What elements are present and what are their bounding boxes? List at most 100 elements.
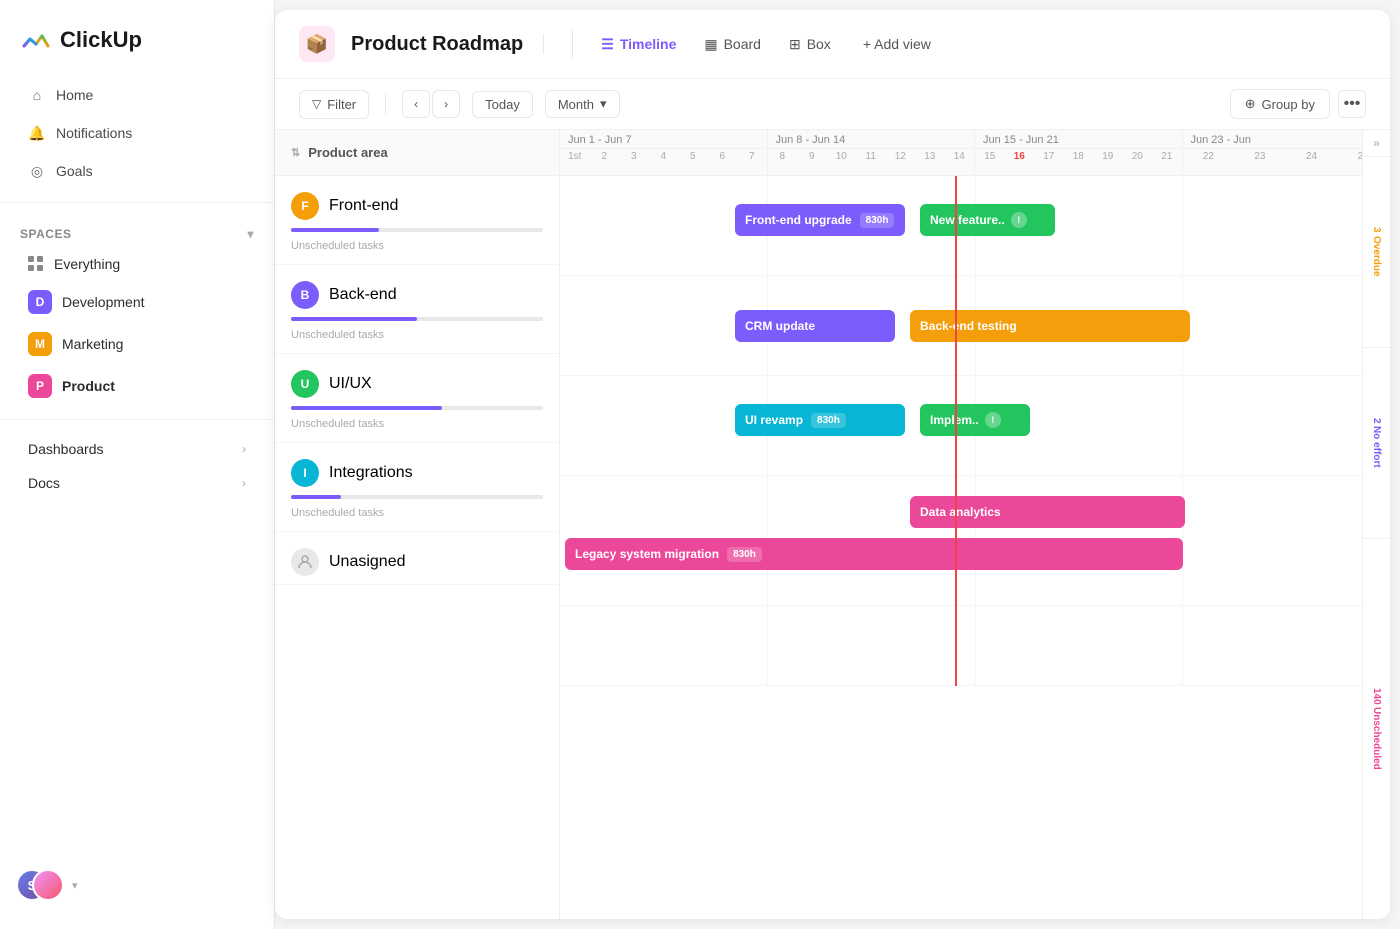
day-11: 11 — [856, 149, 886, 164]
row-integrations: I Integrations Unscheduled tasks — [275, 443, 559, 532]
integrations-progress-bar — [291, 495, 543, 499]
unscheduled-section[interactable]: 140 Unscheduled — [1363, 539, 1390, 919]
day-19: 19 — [1093, 149, 1123, 164]
next-arrow-button[interactable]: › — [432, 90, 460, 118]
spaces-chevron-icon[interactable]: ▾ — [247, 227, 254, 241]
unscheduled-count-label: 140 Unscheduled — [1371, 688, 1382, 770]
day-17: 17 — [1034, 149, 1064, 164]
nav-dashboards[interactable]: Dashboards › — [8, 433, 266, 465]
day-2: 2 — [590, 149, 620, 164]
timeline-tab-label: Timeline — [620, 36, 677, 52]
week-4-label: Jun 23 - Jun — [1183, 130, 1390, 149]
sidebar-item-product[interactable]: P Product — [8, 366, 266, 406]
sidebar-item-development[interactable]: D Development — [8, 282, 266, 322]
group-by-button[interactable]: ⊕ Group by — [1230, 89, 1330, 119]
backend-avatar: B — [291, 281, 319, 309]
dashboards-chevron-icon: › — [242, 442, 246, 456]
collapse-button[interactable]: » — [1363, 130, 1390, 157]
frontend-unscheduled: Unscheduled tasks — [275, 236, 559, 264]
month-label: Month — [558, 97, 594, 112]
task-legacy-migration-label: Legacy system migration — [575, 547, 719, 561]
grid-icon — [28, 256, 44, 272]
nav-docs[interactable]: Docs › — [8, 467, 266, 499]
prev-arrow-button[interactable]: ‹ — [402, 90, 430, 118]
week-1-days: 1st 2 3 4 5 6 7 — [560, 149, 767, 164]
nav-home[interactable]: ⌂ Home — [8, 77, 266, 113]
nav-notifications-label: Notifications — [56, 125, 132, 141]
day-13: 13 — [915, 149, 945, 164]
sidebar-item-everything[interactable]: Everything — [8, 248, 266, 280]
uiux-progress-bar — [291, 406, 543, 410]
task-ui-revamp[interactable]: UI revamp 830h — [735, 404, 905, 436]
task-data-analytics[interactable]: Data analytics — [910, 496, 1185, 528]
filter-button[interactable]: ▽ Filter — [299, 90, 369, 119]
user-area[interactable]: S ▾ — [0, 857, 274, 913]
nav-goals[interactable]: ◎ Goals — [8, 153, 266, 189]
add-view-button[interactable]: + Add view — [851, 30, 943, 58]
row-frontend: F Front-end Unscheduled tasks — [275, 176, 559, 265]
day-4: 4 — [649, 149, 679, 164]
task-backend-testing[interactable]: Back-end testing — [910, 310, 1190, 342]
box-tab-label: Box — [807, 36, 831, 52]
header-separator — [543, 34, 544, 54]
docs-label: Docs — [28, 475, 60, 491]
task-fe-upgrade-hours: 830h — [860, 213, 895, 228]
day-6: 6 — [708, 149, 738, 164]
overdue-section[interactable]: 3 Overdue — [1363, 157, 1390, 348]
task-data-analytics-label: Data analytics — [920, 505, 1001, 519]
today-button[interactable]: Today — [472, 91, 533, 118]
task-new-feature[interactable]: New feature.. ! — [920, 204, 1055, 236]
grid-row-integrations: Data analytics Legacy system migration 8… — [560, 476, 1390, 606]
overdue-label: 3 Overdue — [1371, 227, 1382, 276]
cell-int-w4 — [1183, 476, 1390, 605]
toolbar-right: ⊕ Group by ••• — [1230, 89, 1366, 119]
day-18: 18 — [1064, 149, 1094, 164]
task-frontend-upgrade[interactable]: Front-end upgrade 830h — [735, 204, 905, 236]
column-header: ⇅ Product area — [275, 130, 559, 176]
trophy-icon: ◎ — [28, 162, 46, 180]
no-effort-section[interactable]: 2 No effort — [1363, 348, 1390, 539]
day-8: 8 — [768, 149, 798, 164]
unassigned-label: Unasigned — [329, 553, 406, 571]
nav-arrows: ‹ › — [402, 90, 460, 118]
task-ui-revamp-label: UI revamp — [745, 413, 803, 427]
sidebar-item-marketing[interactable]: M Marketing — [8, 324, 266, 364]
tab-board[interactable]: ▦ Board — [692, 30, 773, 59]
task-implem-label: Implem.. — [930, 413, 979, 427]
docs-chevron-icon: › — [242, 476, 246, 490]
backend-label: Back-end — [329, 286, 397, 304]
timeline-left-panel: ⇅ Product area F Front-end Unscheduled t… — [275, 130, 560, 919]
task-crm-update[interactable]: CRM update — [735, 310, 895, 342]
today-label: Today — [485, 97, 520, 112]
spaces-divider — [0, 419, 274, 420]
nav-notifications[interactable]: 🔔 Notifications — [8, 115, 266, 151]
uiux-avatar: U — [291, 370, 319, 398]
task-legacy-migration[interactable]: Legacy system migration 830h — [565, 538, 1183, 570]
cell-un-w3 — [976, 606, 1184, 685]
week-3: Jun 15 - Jun 21 15 16 17 18 19 20 21 — [975, 130, 1183, 175]
tab-box[interactable]: ⊞ Box — [777, 30, 843, 59]
week-4-days: 22 23 24 25 — [1183, 149, 1390, 164]
view-tabs: ☰ Timeline ▦ Board ⊞ Box + Add view — [572, 30, 943, 59]
cell-un-w1 — [560, 606, 768, 685]
row-backend: B Back-end Unscheduled tasks — [275, 265, 559, 354]
nav-divider — [0, 202, 274, 203]
task-ui-revamp-hours: 830h — [811, 413, 846, 428]
day-7: 7 — [737, 149, 767, 164]
tab-timeline[interactable]: ☰ Timeline — [589, 30, 688, 59]
month-button[interactable]: Month ▾ — [545, 90, 620, 118]
toolbar: ▽ Filter ‹ › Today Month ▾ ⊕ Group by ••… — [275, 79, 1390, 130]
frontend-label: Front-end — [329, 197, 398, 215]
timeline-tab-icon: ☰ — [601, 36, 614, 53]
logo-area[interactable]: ClickUp — [0, 16, 274, 76]
frontend-progress-fill — [291, 228, 379, 232]
board-tab-label: Board — [724, 36, 761, 52]
day-9: 9 — [797, 149, 827, 164]
unassigned-avatar — [291, 548, 319, 576]
integrations-unscheduled: Unscheduled tasks — [275, 503, 559, 531]
more-options-button[interactable]: ••• — [1338, 90, 1366, 118]
layers-icon: ⊕ — [1245, 96, 1256, 112]
task-implem[interactable]: Implem.. ! — [920, 404, 1030, 436]
week-1-label: Jun 1 - Jun 7 — [560, 130, 767, 149]
home-icon: ⌂ — [28, 86, 46, 104]
